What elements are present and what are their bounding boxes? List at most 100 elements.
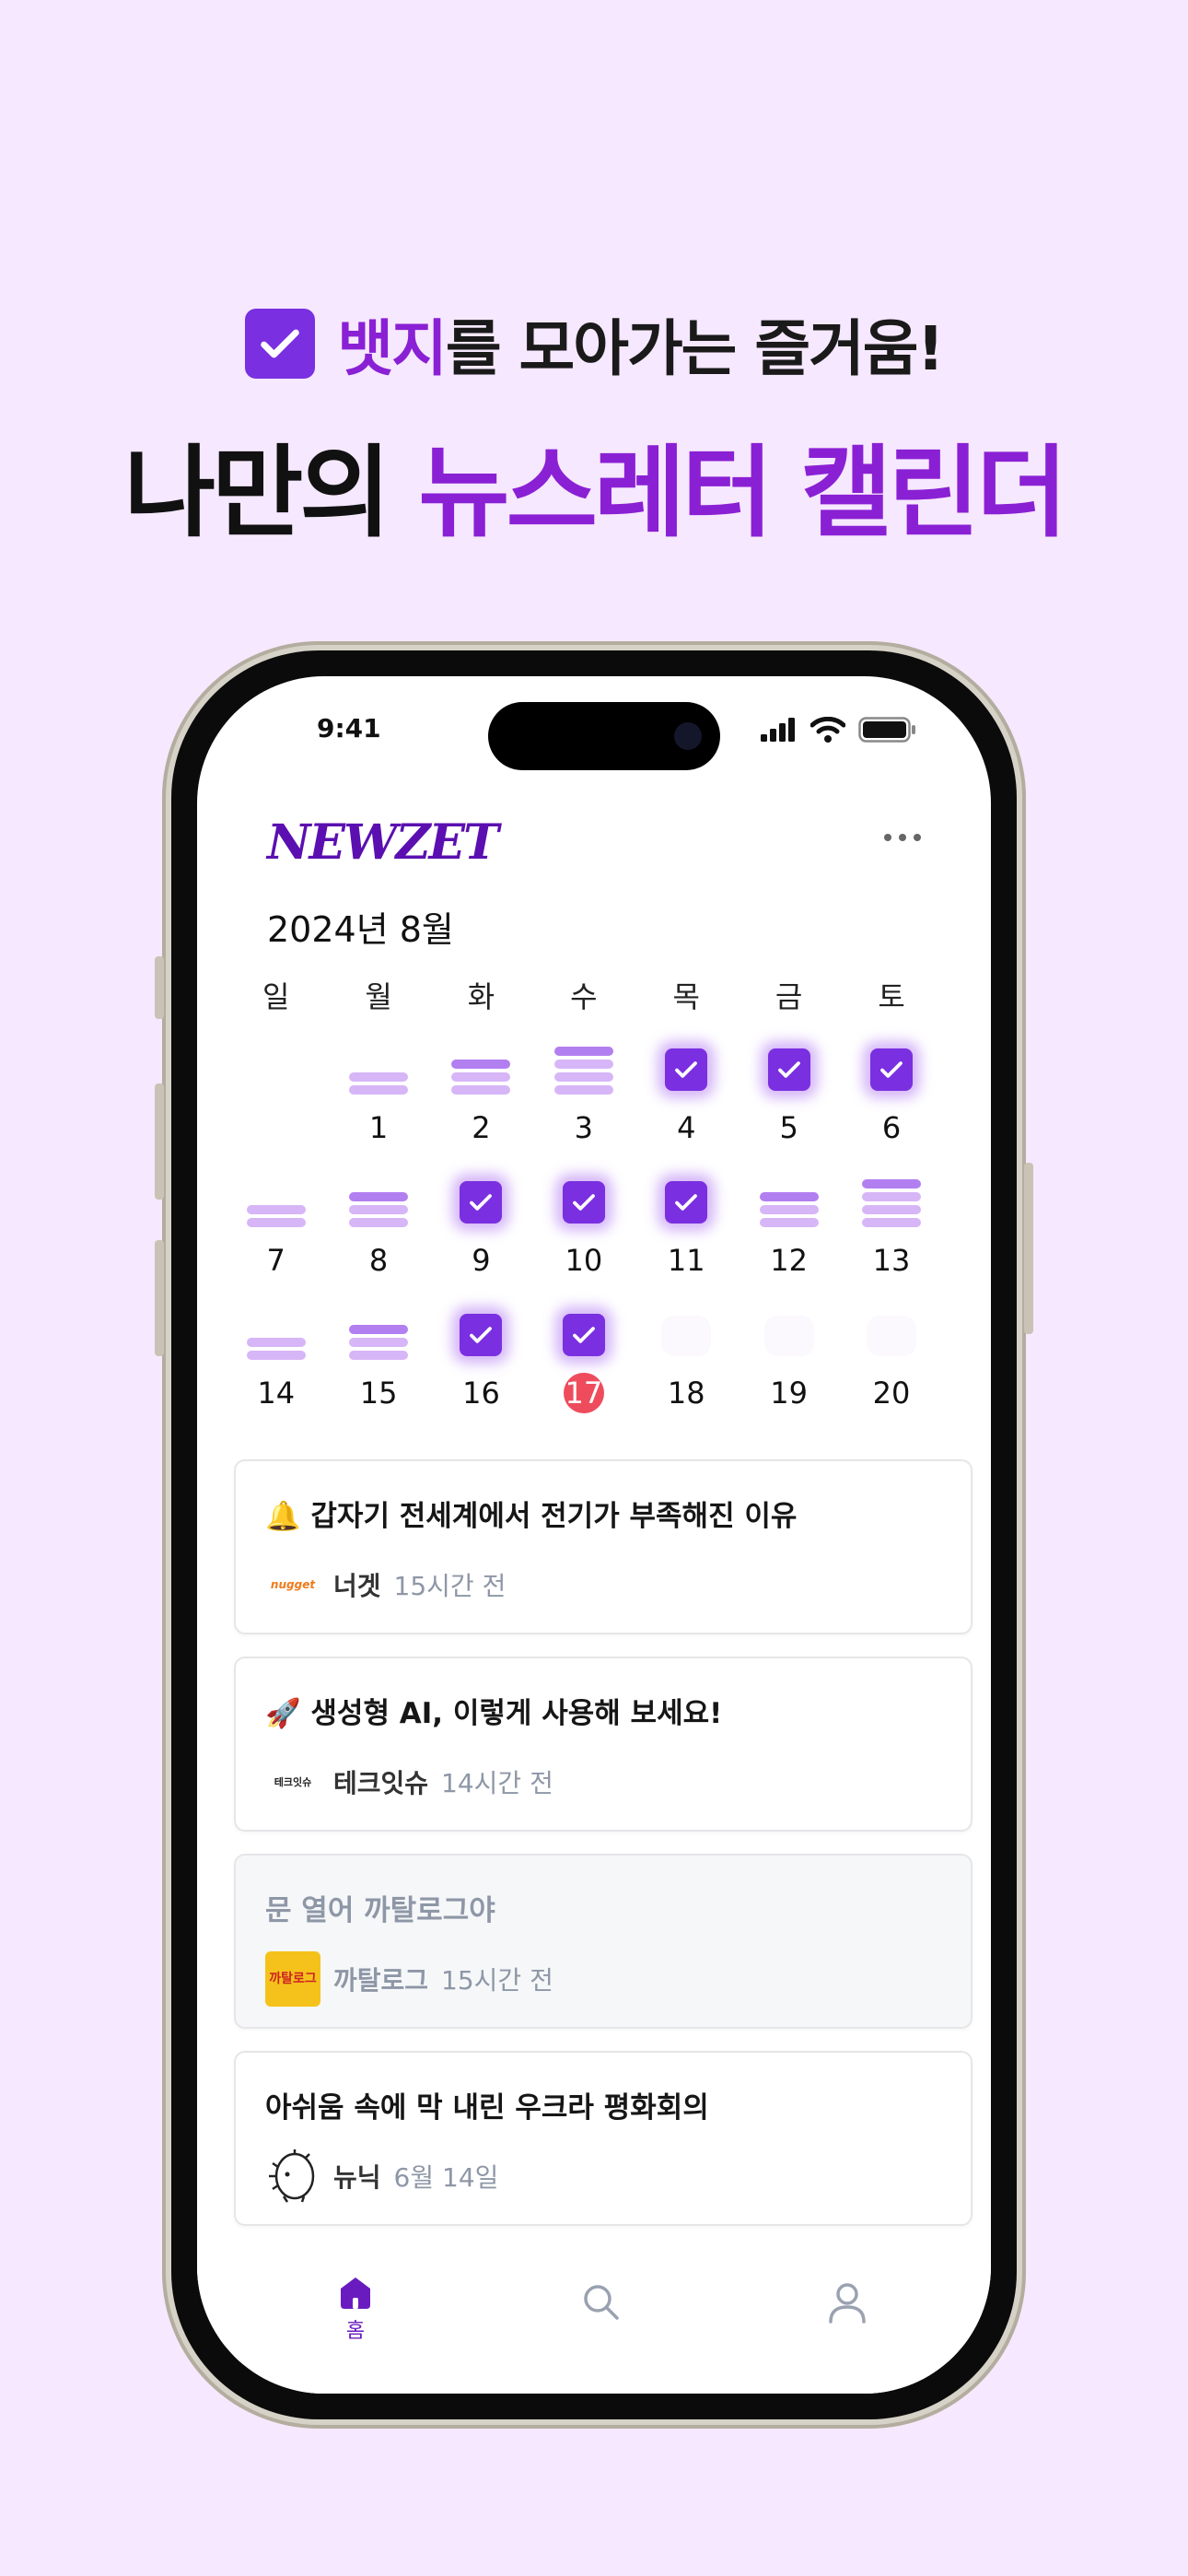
- card-title: 🔔 갑자기 전세계에서 전기가 부족해진 이유: [265, 1493, 797, 1534]
- publisher-name: 너겟: [333, 1571, 381, 1601]
- calendar-week-row: 14 15 16 17 18 19 20: [225, 1290, 943, 1423]
- calendar-day[interactable]: 3: [532, 1025, 635, 1157]
- calendar-day[interactable]: 15: [327, 1290, 429, 1423]
- calendar-day[interactable]: 18: [635, 1290, 738, 1423]
- check-badge-icon: [665, 1048, 708, 1091]
- publisher-logo: 테크잇슈: [274, 1776, 312, 1788]
- weekday-label: 일: [262, 979, 290, 1014]
- calendar-day[interactable]: 10: [532, 1157, 635, 1290]
- weekday-label: 금: [775, 979, 803, 1014]
- weekday-label: 월: [365, 979, 392, 1014]
- app-logo: NEWZET: [267, 814, 499, 871]
- today-date: 17: [563, 1373, 604, 1413]
- card-meta: nugget 너겟 15시간 전: [265, 1557, 506, 1612]
- calendar-day[interactable]: 2: [430, 1025, 532, 1157]
- newsletter-card[interactable]: 아쉬움 속에 막 내린 우크라 평화회의뉴닉 6월 14일: [234, 2051, 973, 2226]
- emoji-icon: 🔔: [265, 1500, 311, 1533]
- newsletter-card[interactable]: 🔔 갑자기 전세계에서 전기가 부족해진 이유 nugget 너겟 15시간 전: [234, 1459, 973, 1634]
- calendar-day[interactable]: 12: [738, 1157, 840, 1290]
- signal-icon: [761, 718, 795, 742]
- card-title-text: 갑자기 전세계에서 전기가 부족해진 이유: [310, 1500, 798, 1533]
- publish-time: 14시간 전: [441, 1768, 553, 1798]
- reading-stack-icon: [862, 1179, 922, 1227]
- tab-bar: 홈: [197, 2246, 991, 2394]
- calendar-day[interactable]: 5: [738, 1025, 840, 1157]
- promo-line-1: 뱃지를 모아가는 즐거움!: [0, 299, 1188, 388]
- card-meta: 까탈로그 까탈로그 15시간 전: [265, 1951, 553, 2007]
- weekday-label: 화: [467, 979, 495, 1014]
- calendar-day[interactable]: 11: [635, 1157, 738, 1290]
- day-number: 5: [779, 1110, 798, 1145]
- tab-profile[interactable]: [827, 2281, 868, 2324]
- calendar-day[interactable]: 14: [225, 1290, 327, 1423]
- publisher-logo: nugget: [270, 1578, 316, 1591]
- volume-up-button: [155, 1083, 164, 1200]
- reading-stack-icon: [759, 1192, 819, 1227]
- calendar-day[interactable]: 13: [840, 1157, 942, 1290]
- publisher-name: 뉴닉: [333, 2162, 381, 2193]
- profile-icon: [829, 2283, 866, 2324]
- day-number: 19: [770, 1376, 808, 1411]
- calendar-day[interactable]: 7: [225, 1157, 327, 1290]
- tab-home-label: 홈: [345, 2320, 366, 2343]
- day-number: 18: [667, 1376, 705, 1411]
- calendar-day[interactable]: 17: [532, 1290, 635, 1423]
- calendar-grid: 일월화수목금토 1 2 3 4 5 6 7 8 9 10 11 12 13 14 15 16 17 18 19 20: [225, 969, 943, 1423]
- day-number: 10: [565, 1243, 603, 1278]
- search-icon: [584, 2285, 619, 2320]
- check-badge-icon: [460, 1181, 503, 1224]
- day-number: 3: [574, 1110, 594, 1145]
- reading-stack-icon: [246, 1338, 306, 1360]
- day-number: 16: [462, 1376, 500, 1411]
- publisher-logo: 까탈로그: [265, 1951, 320, 2007]
- card-title: 🚀 생성형 AI, 이렇게 사용해 보세요!: [265, 1690, 722, 1731]
- calendar-day[interactable]: 8: [327, 1157, 429, 1290]
- reading-stack-icon: [349, 1192, 409, 1227]
- promo-accent-1: 뱃지: [337, 313, 447, 384]
- newsletter-card[interactable]: 🚀 생성형 AI, 이렇게 사용해 보세요! 테크잇슈 테크잇슈 14시간 전: [234, 1657, 973, 1832]
- calendar-day[interactable]: 19: [738, 1290, 840, 1423]
- reading-stack-icon: [553, 1047, 613, 1095]
- check-badge-icon: [562, 1314, 605, 1356]
- side-button: [155, 956, 164, 1019]
- reading-stack-icon: [451, 1060, 511, 1095]
- day-number: 6: [881, 1110, 902, 1145]
- status-icons: [761, 717, 917, 743]
- reading-stack-icon: [349, 1325, 409, 1360]
- publisher-logo: [265, 2149, 320, 2204]
- newsletter-card[interactable]: 문 열어 까탈로그야 까탈로그 까탈로그 15시간 전: [234, 1854, 973, 2029]
- tab-home[interactable]: 홈: [335, 2274, 376, 2344]
- dynamic-island: [488, 702, 720, 770]
- check-badge-icon: [460, 1314, 503, 1356]
- card-title-text: 생성형 AI, 이렇게 사용해 보세요!: [310, 1697, 723, 1730]
- month-label: 2024년 8월: [267, 909, 454, 950]
- day-number: 13: [872, 1243, 911, 1278]
- day-number: 7: [266, 1243, 285, 1278]
- emoji-icon: 🚀: [265, 1697, 311, 1730]
- phone-mockup: 9:41 NEWZET 2024년 8월 일 월 화 수 목 금 토 1 2 3…: [155, 641, 1033, 2429]
- promo-text-2: 나만의: [123, 436, 419, 551]
- card-title: 아쉬움 속에 막 내린 우크라 평화회의: [265, 2084, 709, 2125]
- publisher-name: 까탈로그: [333, 1965, 429, 1996]
- weekday-label: 토: [878, 979, 905, 1014]
- day-number: 2: [472, 1110, 491, 1145]
- weekday-row: 일월화수목금토: [225, 969, 943, 1025]
- calendar-day[interactable]: 4: [635, 1025, 738, 1157]
- calendar-day: [225, 1025, 327, 1157]
- day-number: 20: [872, 1376, 911, 1411]
- promo-line-2: 나만의 뉴스레터 캘린더: [0, 413, 1188, 556]
- calendar-day[interactable]: 20: [840, 1290, 942, 1423]
- phone-bezel: 9:41 NEWZET 2024년 8월 일 월 화 수 목 금 토 1 2 3…: [171, 650, 1017, 2419]
- more-icon[interactable]: [884, 824, 921, 851]
- calendar-day[interactable]: 16: [430, 1290, 532, 1423]
- checkbox-icon: [245, 309, 316, 379]
- calendar-week-row: 1 2 3 4 5 6: [225, 1025, 943, 1157]
- publisher-name: 테크잇슈: [333, 1768, 429, 1798]
- calendar-day[interactable]: 1: [327, 1025, 429, 1157]
- calendar-day[interactable]: 9: [430, 1157, 532, 1290]
- tab-search[interactable]: [580, 2281, 621, 2322]
- day-number: 8: [368, 1243, 389, 1278]
- calendar-day[interactable]: 6: [840, 1025, 942, 1157]
- publish-time: 6월 14일: [393, 2162, 499, 2193]
- check-badge-icon: [562, 1181, 605, 1224]
